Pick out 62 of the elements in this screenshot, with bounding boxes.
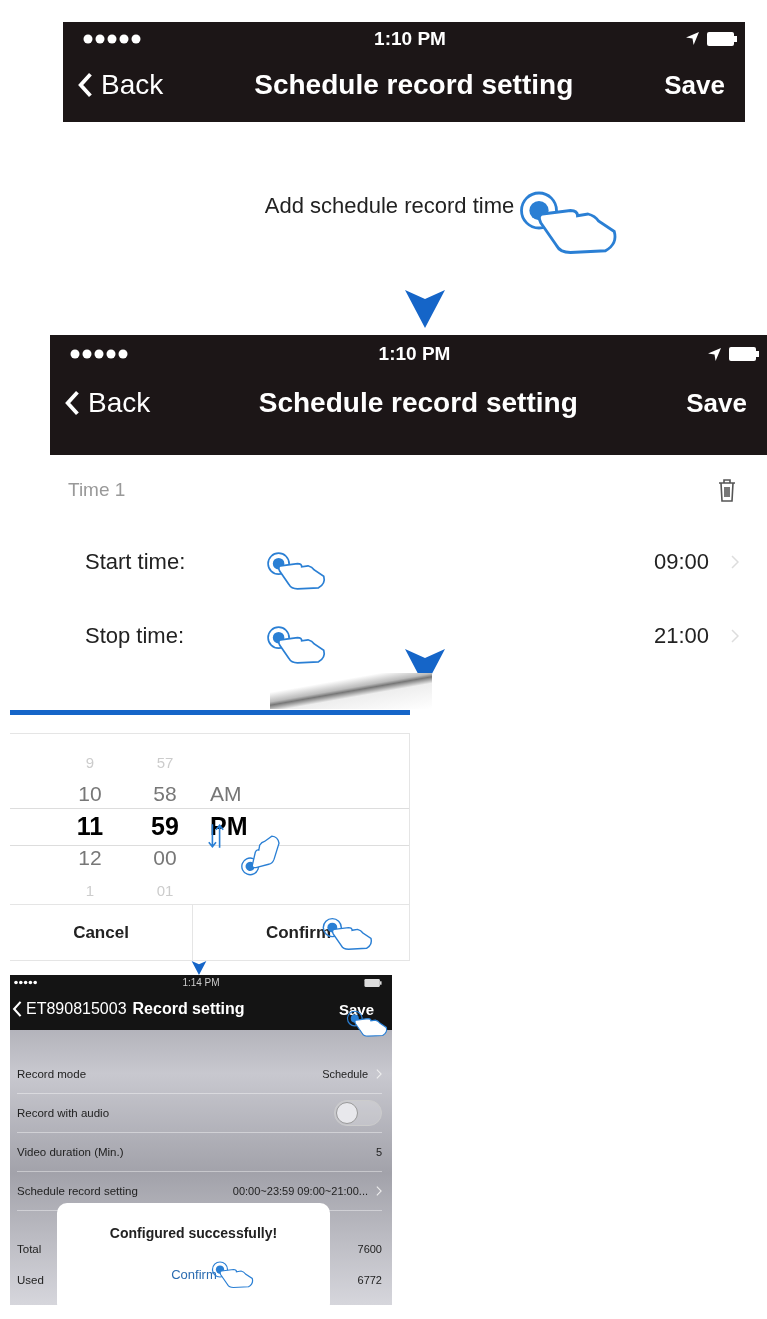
screen-title: Schedule record setting	[254, 69, 574, 101]
trash-icon[interactable]	[717, 478, 737, 502]
back-button[interactable]: Back	[77, 69, 164, 101]
chevron-icon	[731, 555, 739, 569]
time-value: 21:00	[653, 623, 709, 649]
back-button[interactable]: Back	[64, 387, 151, 419]
screen-title: Record setting	[132, 1000, 245, 1018]
dialog-message: Configured successfully!	[109, 1225, 278, 1241]
picker-value[interactable]: 00	[153, 846, 177, 870]
time-value: 09:00	[653, 549, 709, 575]
chevron-left-icon	[12, 1000, 22, 1018]
setting-value: 7600	[357, 1242, 382, 1255]
confirm-button[interactable]: Confirm	[265, 923, 332, 943]
picker-value[interactable]: 58	[153, 782, 177, 806]
picker-value[interactable]: PM	[210, 811, 248, 841]
chevron-icon	[731, 629, 739, 643]
setting-value: Schedule	[322, 1068, 368, 1080]
chevron-icon	[376, 1069, 382, 1079]
picker-value[interactable]: 11	[76, 811, 104, 841]
signal-icon	[83, 33, 143, 44]
add-schedule-button[interactable]: Add schedule record time	[264, 193, 515, 219]
down-arrow-icon	[190, 961, 208, 975]
location-icon	[708, 347, 721, 361]
picker-value[interactable]: 59	[151, 811, 179, 841]
status-time: 1:10 PM	[378, 343, 451, 365]
signal-icon	[14, 980, 38, 985]
chevron-icon	[376, 1186, 382, 1196]
row-label: Stop time:	[85, 623, 186, 649]
picker-value[interactable]: 10	[78, 782, 102, 806]
setting-label: Schedule record setting	[17, 1185, 138, 1197]
save-button[interactable]: Save	[686, 387, 747, 419]
picker-value[interactable]: AM	[210, 782, 242, 806]
setting-value: 6772	[357, 1273, 382, 1286]
picker-value[interactable]: 12	[78, 846, 102, 870]
cancel-button[interactable]: Cancel	[10, 905, 192, 961]
location-icon	[686, 32, 699, 45]
save-button[interactable]: Save	[338, 1000, 374, 1018]
status-time: 1:14 PM	[182, 977, 220, 988]
setting-label: Total	[17, 1242, 42, 1255]
signal-icon	[70, 349, 130, 359]
time-row[interactable]: Start time: 09:00	[50, 525, 767, 599]
back-button[interactable]: ET890815003	[12, 1000, 127, 1018]
setting-value: 5	[375, 1146, 382, 1158]
screen-title: Schedule record setting	[258, 387, 578, 419]
setting-label: Record mode	[17, 1068, 87, 1080]
chevron-left-icon	[77, 72, 93, 98]
row-label: Start time:	[85, 549, 187, 575]
section-title: Time 1	[68, 479, 126, 501]
setting-label: Record with audio	[17, 1107, 110, 1119]
setting-label: Video duration (Min.)	[17, 1146, 124, 1158]
audio-toggle[interactable]	[334, 1100, 382, 1126]
chevron-left-icon	[64, 390, 80, 416]
save-button[interactable]: Save	[664, 69, 725, 101]
battery-icon	[707, 31, 737, 46]
battery-icon	[729, 347, 759, 361]
time-row[interactable]: Stop time: 21:00	[50, 599, 767, 673]
down-arrow-icon	[405, 290, 445, 328]
setting-value: 00:00~23:59 09:00~21:00...	[232, 1185, 368, 1197]
confirm-button[interactable]: Confirm	[171, 1266, 217, 1282]
setting-label: Used	[17, 1273, 44, 1286]
battery-icon	[364, 978, 382, 987]
status-time: 1:10 PM	[374, 27, 446, 50]
